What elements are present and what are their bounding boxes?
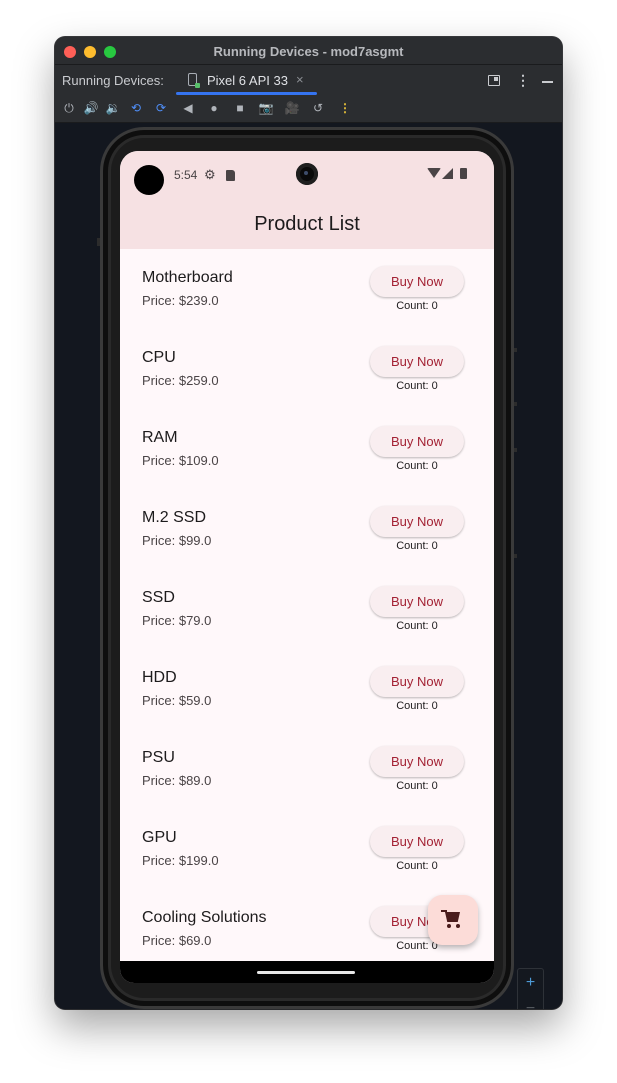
running-devices-label: Running Devices: xyxy=(62,73,164,88)
product-count: Count: 0 xyxy=(396,460,438,472)
title-bar: Running Devices - mod7asgmt xyxy=(55,37,562,65)
buy-now-button[interactable]: Buy Now xyxy=(370,826,464,857)
side-button xyxy=(514,554,517,558)
page-title: Product List xyxy=(254,213,360,235)
cart-icon xyxy=(441,910,447,912)
sd-card-icon xyxy=(226,170,235,181)
device-tab-label: Pixel 6 API 33 xyxy=(207,73,288,88)
device-canvas: 5:54 ⚙ Product List Motherboard Price: $… xyxy=(55,123,562,1009)
product-price: Price: $239.0 xyxy=(142,293,219,308)
product-count: Count: 0 xyxy=(396,380,438,392)
product-name: RAM xyxy=(142,429,178,446)
product-list[interactable]: Motherboard Price: $239.0 Buy Now Count:… xyxy=(120,249,494,961)
product-price: Price: $259.0 xyxy=(142,373,219,388)
buy-now-button[interactable]: Buy Now xyxy=(370,586,464,617)
product-price: Price: $109.0 xyxy=(142,453,219,468)
product-count: Count: 0 xyxy=(396,300,438,312)
device-tab-bar: Running Devices: Pixel 6 API 33 × ⋮ xyxy=(55,65,562,95)
product-price: Price: $99.0 xyxy=(142,533,212,548)
app-header: 5:54 ⚙ Product List xyxy=(120,151,494,249)
zoom-controls: + − xyxy=(517,968,544,1009)
product-row: RAM Price: $109.0 Buy Now Count: 0 xyxy=(120,409,494,489)
side-button xyxy=(514,402,517,406)
hide-panel-icon[interactable] xyxy=(542,81,553,83)
product-row: HDD Price: $59.0 Buy Now Count: 0 xyxy=(120,649,494,729)
product-row: SSD Price: $79.0 Buy Now Count: 0 xyxy=(120,569,494,649)
cart-icon xyxy=(456,924,460,928)
product-price: Price: $199.0 xyxy=(142,853,219,868)
buy-now-button[interactable]: Buy Now xyxy=(370,506,464,537)
power-icon[interactable]: ⏻ xyxy=(61,100,77,116)
side-button xyxy=(97,238,100,246)
phone-screen: 5:54 ⚙ Product List Motherboard Price: $… xyxy=(120,151,494,983)
product-row: PSU Price: $89.0 Buy Now Count: 0 xyxy=(120,729,494,809)
product-count: Count: 0 xyxy=(396,780,438,792)
screenshot-icon[interactable]: 📷 xyxy=(258,100,274,116)
zoom-out-button[interactable]: − xyxy=(518,997,543,1009)
emulator-toolbar: ⏻ 🔊 🔉 ⟲ ⟳ ◀ ● ■ 📷 🎥 ↺ ⋮ xyxy=(55,95,562,123)
cart-fab-button[interactable] xyxy=(428,895,478,945)
snapshot-icon[interactable]: ↺ xyxy=(310,100,326,116)
product-count: Count: 0 xyxy=(396,620,438,632)
rotate-right-icon[interactable]: ⟳ xyxy=(153,100,169,116)
product-price: Price: $79.0 xyxy=(142,613,212,628)
more-options-icon[interactable]: ⋮ xyxy=(516,72,530,89)
zoom-in-button[interactable]: + xyxy=(518,971,543,995)
cart-icon xyxy=(445,912,460,922)
home-icon[interactable]: ● xyxy=(206,100,222,116)
product-name: HDD xyxy=(142,669,177,686)
home-gesture-handle[interactable] xyxy=(257,971,355,974)
buy-now-button[interactable]: Buy Now xyxy=(370,266,464,297)
back-icon[interactable]: ◀ xyxy=(180,100,196,116)
product-name: M.2 SSD xyxy=(142,509,207,526)
product-name: Motherboard xyxy=(142,269,233,286)
ide-window: Running Devices - mod7asgmt Running Devi… xyxy=(55,37,562,1009)
product-row: Motherboard Price: $239.0 Buy Now Count:… xyxy=(120,249,494,329)
cart-icon xyxy=(447,924,451,928)
product-name: CPU xyxy=(142,349,176,366)
window-layout-icon[interactable] xyxy=(488,75,500,86)
product-name: PSU xyxy=(142,749,175,766)
buy-now-button[interactable]: Buy Now xyxy=(370,746,464,777)
signal-icon xyxy=(442,168,453,179)
product-count: Count: 0 xyxy=(396,540,438,552)
product-row: CPU Price: $259.0 Buy Now Count: 0 xyxy=(120,329,494,409)
product-name: GPU xyxy=(142,829,177,846)
side-button xyxy=(514,448,517,452)
side-button xyxy=(514,348,517,352)
rotate-left-icon[interactable]: ⟲ xyxy=(128,100,144,116)
battery-icon xyxy=(460,168,467,179)
wifi-icon xyxy=(427,168,441,178)
overview-icon[interactable]: ■ xyxy=(232,100,248,116)
screen-record-icon[interactable]: 🎥 xyxy=(284,100,300,116)
product-name: Cooling Solutions xyxy=(142,909,267,926)
settings-status-icon: ⚙ xyxy=(204,167,216,182)
front-camera xyxy=(296,163,318,185)
status-time: 5:54 xyxy=(174,168,198,182)
phone-frame: 5:54 ⚙ Product List Motherboard Price: $… xyxy=(97,127,517,1009)
device-phone-icon xyxy=(188,73,200,88)
gesture-nav-bar xyxy=(120,961,494,983)
product-name: SSD xyxy=(142,589,175,606)
product-row: GPU Price: $199.0 Buy Now Count: 0 xyxy=(120,809,494,889)
status-avatar xyxy=(134,165,164,195)
buy-now-button[interactable]: Buy Now xyxy=(370,426,464,457)
product-count: Count: 0 xyxy=(396,860,438,872)
product-count: Count: 0 xyxy=(396,700,438,712)
volume-up-icon[interactable]: 🔊 xyxy=(83,100,99,116)
product-row: M.2 SSD Price: $99.0 Buy Now Count: 0 xyxy=(120,489,494,569)
tab-pixel-6[interactable]: Pixel 6 API 33 × xyxy=(176,65,318,95)
product-price: Price: $59.0 xyxy=(142,693,212,708)
buy-now-button[interactable]: Buy Now xyxy=(370,666,464,697)
buy-now-button[interactable]: Buy Now xyxy=(370,346,464,377)
close-tab-icon[interactable]: × xyxy=(296,72,304,87)
more-icon[interactable]: ⋮ xyxy=(337,100,353,116)
product-price: Price: $69.0 xyxy=(142,933,212,948)
window-title: Running Devices - mod7asgmt xyxy=(213,44,404,59)
product-price: Price: $89.0 xyxy=(142,773,212,788)
volume-down-icon[interactable]: 🔉 xyxy=(105,100,121,116)
